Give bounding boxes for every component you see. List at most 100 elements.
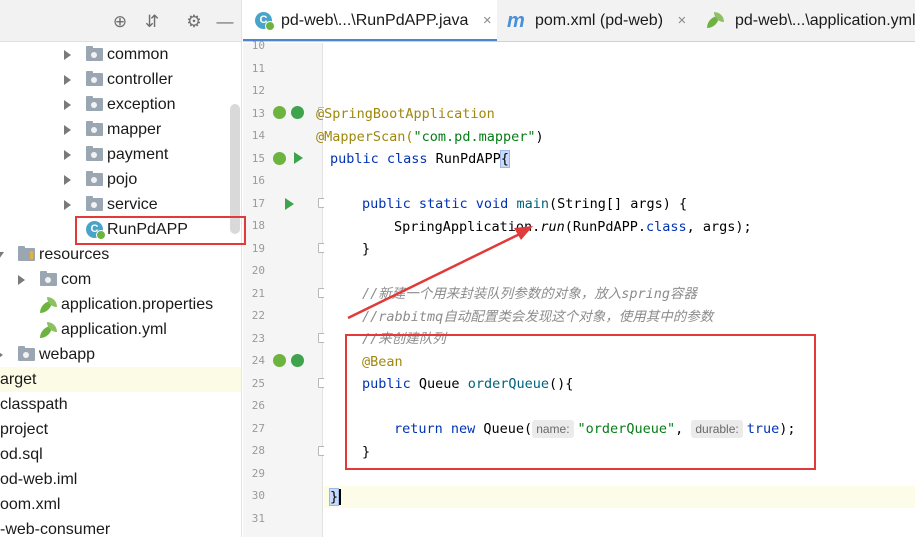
tree-item-label: -web-consumer	[0, 521, 111, 537]
line-number: 26	[251, 399, 265, 412]
tree-item-label: oom.xml	[0, 496, 61, 513]
tree-item-controller[interactable]: controller	[0, 67, 241, 92]
chevron-right-icon[interactable]	[0, 342, 6, 367]
tree-item-label: common	[107, 46, 169, 63]
tree-item-label: com	[61, 271, 92, 288]
tab-runpdapp[interactable]: C pd-web\...\RunPdAPP.java ×	[243, 0, 497, 41]
spring-bean-check-icon[interactable]	[291, 106, 304, 119]
line-number: 22	[251, 309, 265, 322]
code-line: //rabbitmq自动配置类会发现这个对象，使用其中的参数	[362, 308, 714, 325]
run-icon[interactable]	[285, 198, 294, 210]
code-line: @Bean	[362, 353, 403, 370]
line-number: 15	[251, 151, 265, 165]
tree-item-label: service	[107, 196, 158, 213]
code-line: @MapperScan("com.pd.mapper")	[316, 128, 544, 145]
resources-folder-icon	[18, 246, 35, 261]
tree-item-label: od-web.iml	[0, 471, 78, 488]
tree-item-webapp[interactable]: webapp	[0, 342, 241, 367]
tree-item-classpath[interactable]: classpath	[0, 392, 241, 417]
close-icon[interactable]: ×	[677, 12, 686, 29]
spring-boot-icon[interactable]	[273, 152, 286, 165]
folder-icon	[86, 171, 103, 186]
tree-item-od-web-iml[interactable]: od-web.iml	[0, 467, 241, 492]
line-number: 30	[251, 489, 265, 502]
editor-gutter: 10 11 12 13 14 15 16 17 18 19 20 21 22 23 24 25 26 27 28 29…	[243, 39, 327, 537]
tree-item-application-properties[interactable]: application.properties	[0, 292, 241, 317]
parameter-hint: name:	[532, 420, 574, 438]
project-scrollbar[interactable]	[230, 104, 240, 234]
line-number: 21	[251, 286, 265, 300]
tree-item-common[interactable]: common	[0, 42, 241, 67]
line-number: 25	[251, 376, 265, 390]
line-number: 23	[251, 331, 265, 345]
folder-icon	[40, 271, 57, 286]
code-line: public class RunPdAPP{	[330, 150, 510, 168]
tree-item-com[interactable]: com	[0, 267, 241, 292]
code-line: public Queue orderQueue(){	[362, 376, 574, 392]
tree-item-label: exception	[107, 96, 176, 113]
text-cursor	[339, 488, 342, 505]
spring-boot-class-icon: C	[255, 12, 275, 31]
code-editor[interactable]: @SpringBootApplication @MapperScan("com.…	[316, 43, 915, 537]
tree-item-label: RunPdAPP	[107, 221, 188, 238]
line-number: 12	[251, 84, 265, 97]
tree-item-oom-xml[interactable]: oom.xml	[0, 492, 241, 517]
spring-config-icon	[40, 322, 58, 338]
chevron-right-icon[interactable]	[62, 92, 74, 117]
collapse-all-icon[interactable]: ⇵	[142, 12, 162, 32]
tree-item-exception[interactable]: exception	[0, 92, 241, 117]
tree-item-arget[interactable]: arget	[0, 367, 241, 392]
spring-bean-icon[interactable]	[273, 354, 286, 367]
folder-icon	[86, 146, 103, 161]
run-icon[interactable]	[294, 152, 303, 164]
folder-icon	[86, 96, 103, 111]
chevron-right-icon[interactable]	[62, 142, 74, 167]
tree-item-label: application.yml	[61, 321, 167, 338]
line-number: 31	[251, 511, 265, 525]
line-number: 11	[251, 61, 265, 75]
chevron-right-icon[interactable]	[62, 192, 74, 217]
tab-label: pd-web\...\application.yml	[735, 12, 915, 29]
spring-config-icon	[40, 297, 58, 313]
tree-item-label: arget	[0, 371, 37, 388]
tree-item-label: project	[0, 421, 49, 438]
tree-item-label: od.sql	[0, 446, 43, 463]
tree-item-project[interactable]: project	[0, 417, 241, 442]
editor-tabs: C pd-web\...\RunPdAPP.java × m pom.xml (…	[243, 0, 915, 42]
tree-item-pojo[interactable]: pojo	[0, 167, 241, 192]
tree-item-payment[interactable]: payment	[0, 142, 241, 167]
folder-icon	[86, 46, 103, 61]
line-number: 13	[251, 106, 265, 120]
chevron-right-icon[interactable]	[62, 67, 74, 92]
tab-application-yml[interactable]: pd-web\...\application.yml	[697, 0, 915, 41]
locate-icon[interactable]: ⊕	[110, 12, 130, 32]
spring-bean-check-icon[interactable]	[291, 354, 304, 367]
line-number: 17	[251, 196, 265, 210]
line-number: 29	[251, 466, 265, 480]
hide-panel-icon[interactable]: —	[215, 12, 235, 32]
close-icon[interactable]: ×	[483, 12, 492, 29]
chevron-right-icon[interactable]	[62, 117, 74, 142]
tab-pom[interactable]: m pom.xml (pd-web) ×	[497, 0, 697, 41]
code-line: }	[362, 443, 371, 460]
chevron-right-icon[interactable]	[16, 267, 28, 292]
tree-item-od-sql[interactable]: od.sql	[0, 442, 241, 467]
chevron-right-icon[interactable]	[62, 42, 74, 67]
tree-item-runpdapp[interactable]: C RunPdAPP	[0, 217, 241, 242]
line-number: 16	[251, 174, 265, 187]
spring-config-icon	[707, 12, 725, 28]
tree-item-application-yml[interactable]: application.yml	[0, 317, 241, 342]
tree-item-mapper[interactable]: mapper	[0, 117, 241, 142]
chevron-right-icon[interactable]	[62, 167, 74, 192]
maven-icon: m	[507, 10, 525, 32]
tree-item-web-consumer[interactable]: -web-consumer	[0, 517, 241, 537]
spring-boot-class-icon: C	[86, 221, 106, 240]
folder-icon	[86, 121, 103, 136]
gear-icon[interactable]: ⚙	[184, 12, 204, 32]
code-line: }	[362, 241, 371, 257]
code-line: @SpringBootApplication	[316, 106, 495, 122]
tree-item-resources[interactable]: resources	[0, 242, 241, 267]
chevron-down-icon[interactable]	[0, 242, 6, 267]
tree-item-service[interactable]: service	[0, 192, 241, 217]
spring-bean-icon[interactable]	[273, 106, 286, 119]
